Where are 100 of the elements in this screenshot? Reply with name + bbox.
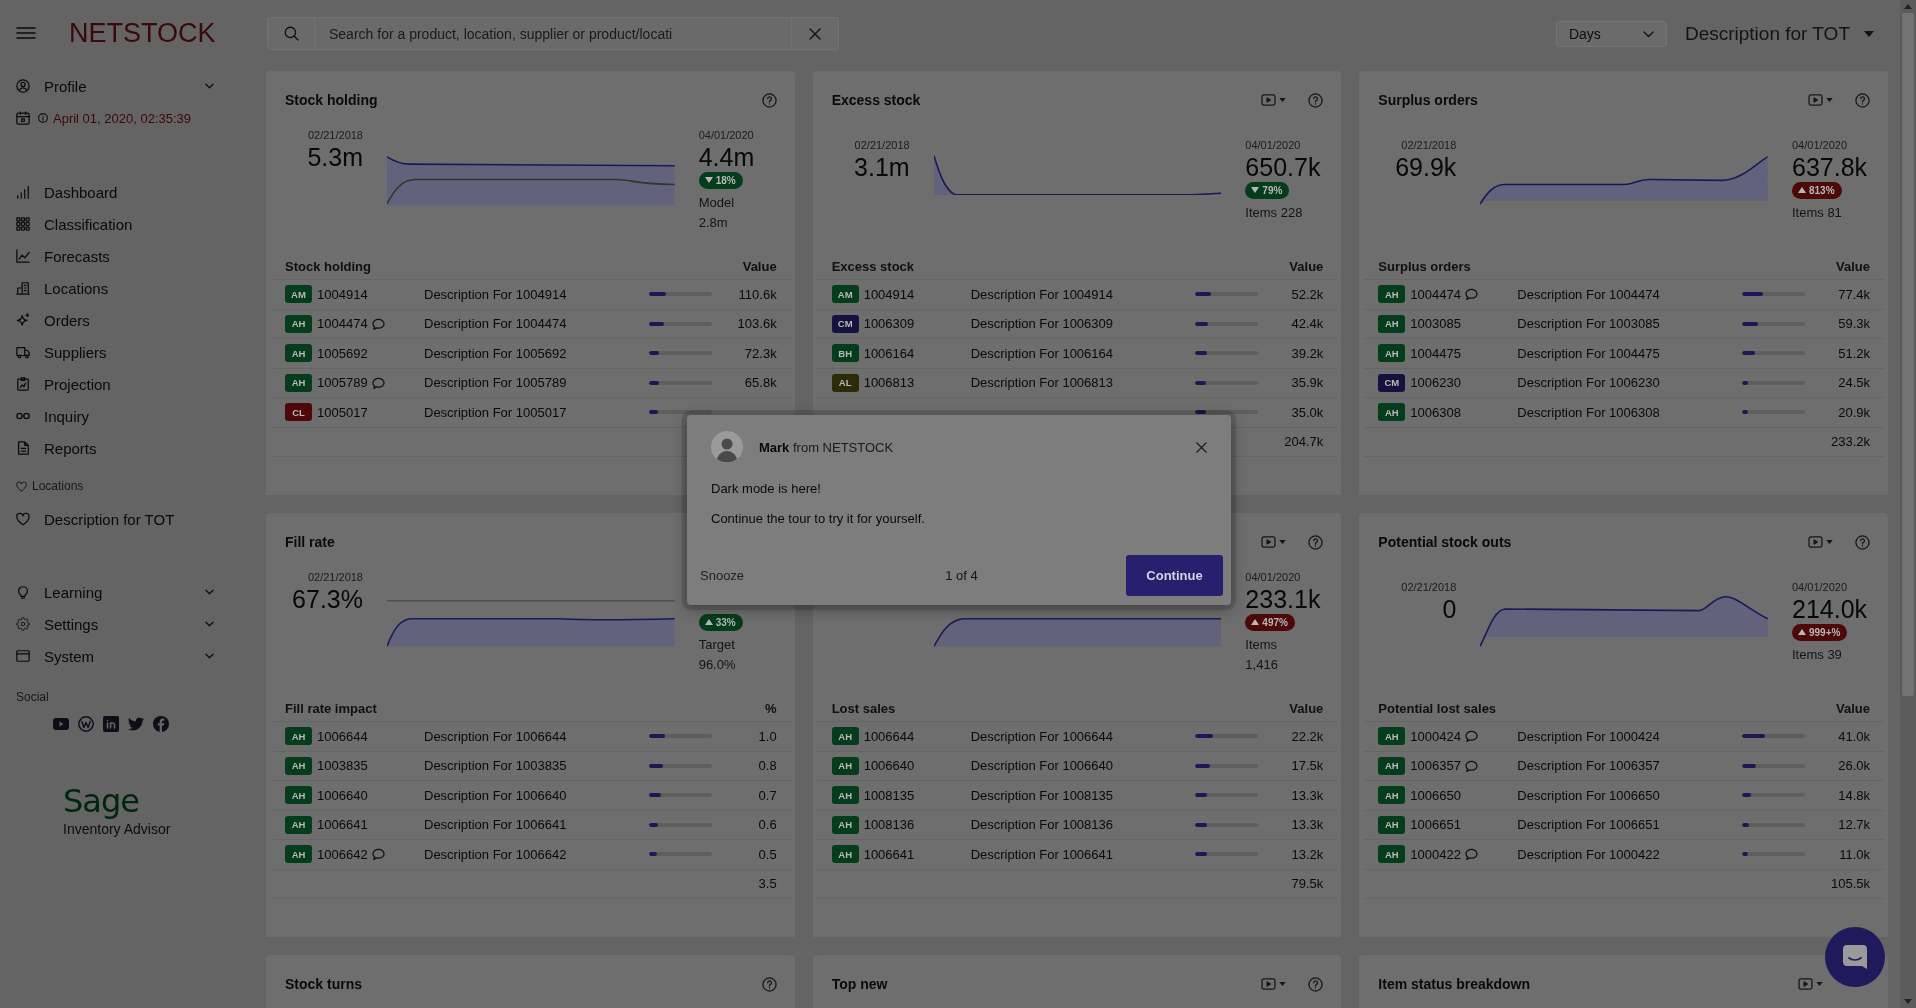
nav-item[interactable]: Inquiry [16,400,214,432]
product-code[interactable]: 1006644 [317,728,368,744]
help-icon[interactable] [1308,976,1324,992]
product-code[interactable]: 1006813 [863,375,915,391]
nav-item[interactable]: Classification [16,208,214,240]
product-code[interactable]: 1006230 [1410,375,1461,391]
row-value: 24.5k [1838,375,1870,391]
location-selector[interactable]: Description for TOT [1684,23,1874,45]
product-code[interactable]: 1000424 [1410,728,1461,744]
nav-item[interactable]: Projection [16,368,214,400]
product-description: Description For 1006164 [970,345,1113,361]
product-code[interactable]: 1006640 [863,758,915,774]
tour-message: Continue the tour to try it for yourself. [711,510,925,528]
product-code[interactable]: 1003085 [1410,316,1461,332]
caret-down-icon [1279,982,1287,986]
help-icon[interactable] [1855,92,1870,108]
nav-item[interactable]: Reports [16,432,214,464]
product-code[interactable]: 1006644 [863,728,915,744]
product-code[interactable]: 1008136 [863,817,915,833]
help-icon[interactable] [1308,534,1324,550]
product-description: Description For 1008136 [970,817,1113,833]
column-header: Value [1836,701,1870,716]
product-code[interactable]: 1005789 [317,375,368,391]
close-icon[interactable] [1196,441,1207,453]
product-code[interactable]: 1004914 [317,286,368,302]
bird-icon[interactable] [128,716,144,732]
w-circle-icon[interactable] [78,716,94,732]
start-value: 0 [1442,593,1457,624]
media-menu-button[interactable] [1261,94,1287,106]
media-menu-button[interactable] [1261,978,1287,990]
row-value: 41.0k [1838,728,1870,744]
grade-tag: AH [1378,314,1406,333]
end-date: 04/01/2020 [1792,137,1848,152]
nav-item[interactable]: Orders [16,304,214,336]
start-date: 02/21/2018 [1401,579,1457,594]
play-tile-icon[interactable] [53,716,69,732]
search-field[interactable]: Search for a product, location, supplier or product/locati [315,17,791,50]
media-menu-button[interactable] [1261,536,1287,548]
nav-group[interactable]: Learning [16,576,214,608]
scrollbar[interactable] [1900,0,1916,1008]
total-value: 233.2k [1830,434,1870,450]
help-icon[interactable] [1308,92,1324,108]
grade-tag: AH [1378,727,1406,746]
help-icon[interactable] [1855,534,1870,550]
product-code[interactable]: 1006309 [863,316,915,332]
product-code[interactable]: 1005692 [317,345,368,361]
period-dropdown[interactable]: Days [1555,21,1667,47]
product-description: Description For 1005017 [424,404,567,420]
product-code[interactable]: 1008135 [863,787,915,803]
profile-menu[interactable]: Profile [16,73,214,99]
continue-button[interactable]: Continue [1126,555,1223,596]
nav-item[interactable]: Dashboard [16,176,214,208]
in-square-icon[interactable] [103,716,119,732]
nav-item[interactable]: Description for TOT [16,503,214,535]
product-code[interactable]: 1006640 [317,787,368,803]
nav-group[interactable]: Settings [16,608,214,640]
help-icon[interactable] [761,92,777,108]
app-logo[interactable]: NETSTOCK [69,19,216,47]
nav-item[interactable]: Suppliers [16,336,214,368]
product-code[interactable]: 1006642 [317,846,368,862]
product-code[interactable]: 1004474 [317,316,368,332]
product-code[interactable]: 1004914 [863,286,915,302]
column-header: % [765,701,777,716]
start-value: 67.3% [292,583,363,614]
product-code[interactable]: 1005017 [317,404,368,420]
grid-icon [16,217,30,231]
product-code[interactable]: 1004475 [1410,345,1461,361]
product-code[interactable]: 1006308 [1410,404,1461,420]
grade-tag: AH [1378,786,1406,805]
column-header: Value [1289,259,1324,274]
media-menu-button[interactable] [1808,536,1833,548]
nav-group[interactable]: System [16,640,214,672]
grade-tag: AH [285,786,312,805]
up-arrow-icon[interactable] [1904,4,1912,9]
media-menu-button[interactable] [1808,94,1833,106]
product-code[interactable]: 1006651 [1410,817,1461,833]
product-description: Description For 1008135 [970,787,1113,803]
product-code[interactable]: 1000422 [1410,846,1461,862]
media-menu-button[interactable] [1798,978,1823,990]
product-code[interactable]: 1006641 [863,846,915,862]
summary-note: Items 81 [1792,203,1842,222]
down-arrow-icon[interactable] [1904,999,1912,1004]
nav-item[interactable]: Locations [16,272,214,304]
product-code[interactable]: 1006357 [1410,758,1461,774]
tour-message: Dark mode is here! [711,480,821,498]
product-code[interactable]: 1006164 [863,345,915,361]
clear-search-button[interactable] [791,17,839,50]
product-code[interactable]: 1006641 [317,817,368,833]
column-header: Value [742,259,777,274]
f-circle-icon[interactable] [153,716,169,732]
product-description: Description For 1006651 [1517,817,1660,833]
nav-item[interactable]: Forecasts [16,240,214,272]
snooze-link[interactable]: Snooze [700,568,745,583]
product-code[interactable]: 1003835 [317,758,368,774]
menu-icon[interactable] [16,27,36,39]
help-icon[interactable] [761,976,777,992]
card-title: Top new [831,976,888,992]
search-button[interactable] [267,17,315,50]
product-code[interactable]: 1006650 [1410,787,1461,803]
product-code[interactable]: 1004474 [1410,286,1461,302]
